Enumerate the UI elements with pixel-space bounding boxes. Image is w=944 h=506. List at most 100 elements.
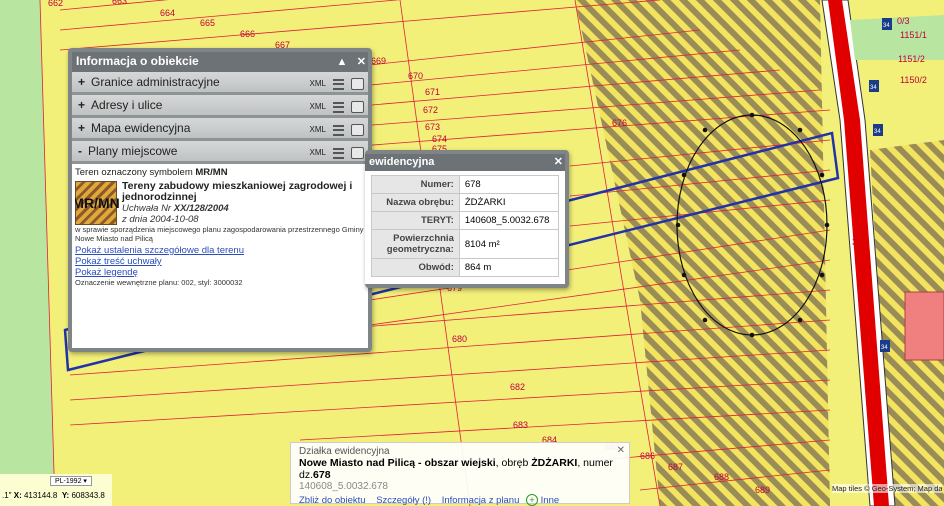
list-icon[interactable] xyxy=(333,101,344,113)
road-number-badge: 34 xyxy=(869,80,879,92)
close-icon[interactable]: ✕ xyxy=(554,156,563,168)
expand-toggle-icon[interactable]: + xyxy=(78,121,85,135)
parcel-number-label: 680 xyxy=(452,334,467,344)
expand-toggle-icon[interactable]: + xyxy=(78,75,85,89)
parcel-number-label: 687 xyxy=(668,462,683,472)
panel-title[interactable]: Informacja o obiekcie ▲ ✕ xyxy=(72,52,368,72)
attribute-row: Numer: 678 xyxy=(371,175,560,194)
attribute-key: TERYT: xyxy=(371,211,460,230)
parcel-number-label: 673 xyxy=(425,122,440,132)
parcel-panel-title[interactable]: ewidencyjna ✕ xyxy=(365,154,565,171)
parcel-number-label: 1151/2 xyxy=(898,54,925,64)
parcel-number-label: 671 xyxy=(425,87,440,97)
attribute-value: 8104 m² xyxy=(458,229,560,259)
plan-footer: Oznaczenie wewnętrzne planu: 002, styl: … xyxy=(75,278,243,287)
parcel-number-label: 662 xyxy=(48,0,63,8)
mrmn-legend-badge: MR/MN xyxy=(75,181,120,225)
xml-export-button[interactable]: XML xyxy=(310,97,326,117)
xml-export-button[interactable]: XML xyxy=(310,74,326,94)
expand-toggle-icon[interactable]: - xyxy=(78,144,82,158)
parcel-teryt: 140608_5.0032.678 xyxy=(299,481,388,492)
list-icon[interactable] xyxy=(333,78,344,90)
list-icon[interactable] xyxy=(333,124,344,136)
section-3[interactable]: - Plany miejscowe XML xyxy=(72,141,368,164)
details-link[interactable]: Szczegóły (!) xyxy=(376,495,431,506)
svg-text:34: 34 xyxy=(870,85,877,91)
parcel-number-label: 1150/2 xyxy=(900,75,927,85)
object-info-panel[interactable]: Informacja o obiekcie ▲ ✕ + Granice admin… xyxy=(68,48,372,352)
add-icon[interactable]: + xyxy=(526,494,538,506)
plan-link-2[interactable]: Pokaż legendę xyxy=(75,267,365,278)
summary-actions: Zbliż do obiektu Szczegóły (!) Informacj… xyxy=(299,494,621,506)
panel-title-text: Informacja o obiekcie xyxy=(76,54,199,68)
road-number-badge: 34 xyxy=(873,124,883,136)
symbol-code: MR/MN xyxy=(195,167,228,178)
coordinate-readout: PL-1992 ▾ .1" X: 413144.8 Y: 608343.8 xyxy=(0,474,112,506)
close-icon[interactable]: ✕ xyxy=(617,445,625,456)
map-attribution: Map tiles © Geo-System; Map data © OpenS… xyxy=(832,484,942,493)
section-label: Adresy i ulice xyxy=(91,98,163,112)
attribute-row: TERYT: 140608_5.0032.678 xyxy=(371,211,560,230)
parcel-number-label: 676 xyxy=(612,118,627,128)
section-label: Mapa ewidencyjna xyxy=(91,121,191,135)
attribute-key: Obwód: xyxy=(371,258,460,277)
parcel-info-panel[interactable]: ewidencyjna ✕ Numer: 678 Nazwa obrębu: ŻDŻA… xyxy=(365,150,569,288)
parcel-summary-box: Działka ewidencyjna Nowe Miasto nad Pili… xyxy=(290,442,630,506)
object-type: Działka ewidencyjna xyxy=(299,446,390,457)
attribute-row: Nazwa obrębu: ŻDŻARKI xyxy=(371,193,560,212)
parcel-number-label: 672 xyxy=(423,105,438,115)
print-icon[interactable] xyxy=(351,101,364,113)
plan-info-link[interactable]: Informacja z planu xyxy=(442,495,520,506)
close-icon[interactable]: ✕ xyxy=(357,56,366,68)
attribute-value: ŻDŻARKI xyxy=(458,193,560,212)
attribute-value: 678 xyxy=(458,175,560,194)
other-link[interactable]: Inne xyxy=(541,495,560,506)
parcel-number-label: 686 xyxy=(640,451,655,461)
attribute-row: Powierzchnia geometryczna: 8104 m² xyxy=(371,229,560,259)
resolution-date: z dnia 2004-10-08 xyxy=(122,214,199,225)
y-coordinate: 608343.8 xyxy=(71,491,105,500)
section-2[interactable]: + Mapa ewidencyjna XML xyxy=(72,118,368,141)
parcel-number-label: 3 xyxy=(852,237,857,247)
parcel-number-label: 689 xyxy=(755,485,770,495)
parcel-number-label: 682 xyxy=(510,382,525,392)
section-1[interactable]: + Adresy i ulice XML xyxy=(72,95,368,118)
parcel-number-label: 666 xyxy=(240,29,255,39)
crs-select[interactable]: PL-1992 ▾ xyxy=(50,476,92,486)
parcel-number-label: 670 xyxy=(408,71,423,81)
print-icon[interactable] xyxy=(351,147,364,159)
parcel-number-label: 683 xyxy=(513,420,528,430)
symbol-line: Teren oznaczony symbolem MR/MN xyxy=(75,167,228,178)
parcel-number-label: 674 xyxy=(432,134,447,144)
parcel-number-label: 1151/1 xyxy=(900,30,927,40)
svg-text:34: 34 xyxy=(881,345,888,351)
plan-details: Teren oznaczony symbolem MR/MN MR/MN Ter… xyxy=(72,164,368,289)
expand-toggle-icon[interactable]: + xyxy=(78,98,85,112)
list-icon[interactable] xyxy=(333,147,344,159)
parcel-location: Nowe Miasto nad Pilicą - obszar wiejski,… xyxy=(299,457,613,481)
section-0[interactable]: + Granice administracyjne XML xyxy=(72,72,368,95)
parcel-number-label: 665 xyxy=(200,18,215,28)
attribute-key: Numer: xyxy=(371,175,460,194)
plan-link-1[interactable]: Pokaż treść uchwały xyxy=(75,256,365,267)
xml-export-button[interactable]: XML xyxy=(310,120,326,140)
attribute-key: Nazwa obrębu: xyxy=(371,193,460,212)
parcel-number-label: 0/3 xyxy=(897,16,910,26)
resolution-desc: w sprawie sporządzenia miejscowego planu… xyxy=(75,225,364,243)
attribute-key: Powierzchnia geometryczna: xyxy=(371,229,460,259)
xml-export-button[interactable]: XML xyxy=(310,143,326,163)
print-icon[interactable] xyxy=(351,124,364,136)
zoom-to-object-link[interactable]: Zbliż do obiektu xyxy=(299,495,366,506)
road-number-badge: 34 xyxy=(882,18,892,30)
section-label: Plany miejscowe xyxy=(88,144,178,158)
svg-text:34: 34 xyxy=(883,23,890,29)
plan-link-0[interactable]: Pokaż ustalenia szczegółowe dla terenu xyxy=(75,245,365,256)
building xyxy=(904,291,944,361)
parcel-number-label: 664 xyxy=(160,8,175,18)
attribute-value: 140608_5.0032.678 xyxy=(458,211,560,230)
road-number-badge: 34 xyxy=(880,340,890,352)
print-icon[interactable] xyxy=(351,78,364,90)
collapse-icon[interactable]: ▲ xyxy=(337,56,348,68)
section-label: Granice administracyjne xyxy=(91,75,220,89)
attribute-value: 864 m xyxy=(458,258,560,277)
